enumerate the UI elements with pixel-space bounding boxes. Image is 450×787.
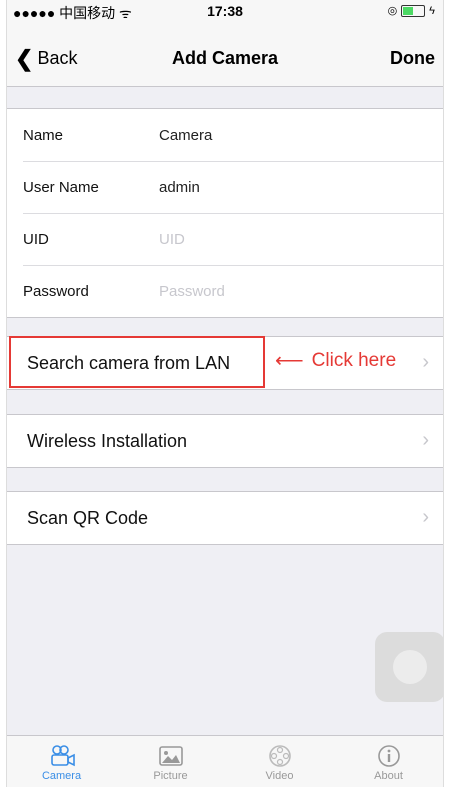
battery-icon bbox=[401, 4, 426, 17]
status-right: ◎ ϟ bbox=[388, 4, 435, 17]
password-label: Password bbox=[23, 282, 89, 300]
picture-icon bbox=[157, 742, 185, 770]
assistive-touch-button[interactable] bbox=[375, 632, 443, 702]
uid-label: UID bbox=[23, 230, 49, 248]
camera-icon bbox=[48, 742, 76, 770]
charging-icon: ϟ bbox=[429, 4, 435, 17]
name-row: Name Camera bbox=[7, 109, 443, 161]
chevron-right-icon: › bbox=[422, 506, 429, 528]
username-row: User Name admin bbox=[7, 161, 443, 213]
chevron-right-icon: › bbox=[422, 429, 429, 451]
wireless-installation-button[interactable]: Wireless Installation › bbox=[7, 414, 443, 468]
tab-about-label: About bbox=[374, 770, 403, 782]
scan-qr-button[interactable]: Scan QR Code › bbox=[7, 491, 443, 545]
tab-camera[interactable]: Camera bbox=[7, 736, 116, 787]
status-bar: ●●●●● 中国移动 ᯤ 17:38 ◎ ϟ bbox=[7, 0, 443, 22]
camera-form: Name Camera User Name admin UID UID Pass… bbox=[7, 108, 443, 318]
password-row: Password Password bbox=[7, 265, 443, 317]
phone-screen: ●●●●● 中国移动 ᯤ 17:38 ◎ ϟ ❮ Back Add Camera… bbox=[6, 0, 444, 787]
tab-picture[interactable]: Picture bbox=[116, 736, 225, 787]
name-field[interactable]: Camera bbox=[159, 127, 212, 144]
wireless-installation-label: Wireless Installation bbox=[27, 430, 188, 451]
tab-picture-label: Picture bbox=[153, 770, 188, 782]
video-icon bbox=[266, 742, 294, 770]
tab-bar: Camera Picture Video About bbox=[7, 735, 443, 787]
navigation-bar: ❮ Back Add Camera Done bbox=[7, 22, 443, 87]
alarm-icon: ◎ bbox=[387, 5, 398, 17]
username-label: User Name bbox=[23, 178, 99, 196]
uid-row: UID UID bbox=[7, 213, 443, 265]
arrow-left-icon: ⟵ bbox=[275, 350, 304, 372]
done-button[interactable]: Done bbox=[390, 48, 435, 69]
annotation: ⟵ Click here bbox=[275, 348, 396, 373]
tab-about[interactable]: About bbox=[334, 736, 443, 787]
password-field[interactable]: Password bbox=[159, 283, 225, 300]
tab-video[interactable]: Video bbox=[225, 736, 334, 787]
username-field[interactable]: admin bbox=[159, 179, 200, 196]
page-title: Add Camera bbox=[171, 48, 279, 68]
uid-field[interactable]: UID bbox=[159, 231, 185, 248]
scan-qr-label: Scan QR Code bbox=[27, 507, 149, 528]
chevron-right-icon: › bbox=[422, 351, 429, 373]
name-label: Name bbox=[23, 126, 64, 144]
highlight-box bbox=[9, 336, 265, 388]
tab-camera-label: Camera bbox=[41, 770, 82, 782]
tab-video-label: Video bbox=[265, 770, 294, 782]
status-time: 17:38 bbox=[207, 3, 243, 19]
info-icon bbox=[375, 742, 403, 770]
annotation-text: Click here bbox=[311, 349, 397, 371]
assistive-touch-icon bbox=[393, 650, 427, 684]
